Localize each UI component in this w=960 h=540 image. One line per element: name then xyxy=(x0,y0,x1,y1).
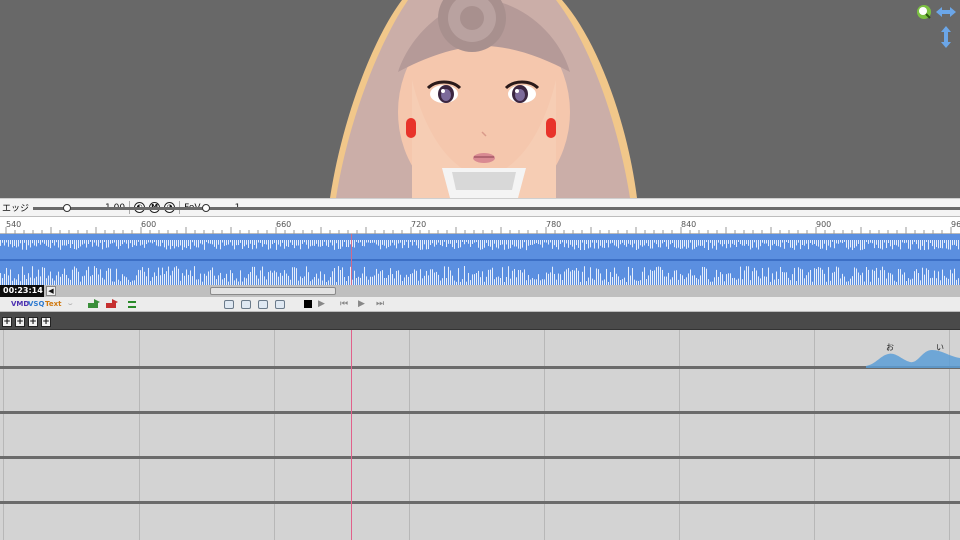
note-icon[interactable]: ⌣ xyxy=(68,299,73,310)
vsq-icon[interactable]: VSQ xyxy=(28,299,44,310)
current-time: 00:23:14 xyxy=(0,285,44,297)
add-button[interactable]: + xyxy=(2,317,12,327)
play-icon[interactable]: ▶ xyxy=(318,299,325,310)
step-back-icon[interactable]: ⏮ xyxy=(340,299,348,310)
select-tool-button[interactable] xyxy=(224,300,234,309)
track-tools xyxy=(88,299,136,308)
edit-toolbar: VMD VSQ Text ⌣ ▶ ⏮ ▶ ⏭ xyxy=(0,297,960,312)
track-row[interactable] xyxy=(0,414,960,459)
playhead-line xyxy=(351,330,352,540)
viewport-controls xyxy=(917,5,956,48)
add-button[interactable]: + xyxy=(28,317,38,327)
zoom-icon[interactable] xyxy=(917,5,931,19)
balloon-tool-button[interactable] xyxy=(258,300,268,309)
lyric-note: お xyxy=(886,343,894,352)
track-header: + + + + xyxy=(0,312,960,330)
scroll-thumb[interactable] xyxy=(210,287,336,295)
ruler-ticks xyxy=(5,227,952,234)
audio-waveform[interactable] xyxy=(0,234,960,285)
fov-slider[interactable] xyxy=(201,203,960,213)
3d-viewport[interactable] xyxy=(0,0,960,198)
track-row[interactable]: お い xyxy=(0,330,960,369)
render-toolbar: エッジ 1.00 ◐ M ◑ FoV 1 xyxy=(0,198,960,217)
balloon-tool-button[interactable] xyxy=(241,300,251,309)
lyric-note: い xyxy=(936,343,944,352)
pitch-curve xyxy=(866,350,960,368)
track-row[interactable] xyxy=(0,459,960,504)
track-row[interactable] xyxy=(0,369,960,414)
play-icon[interactable]: ▶ xyxy=(358,299,365,310)
timeline-scrollbar[interactable]: 00:23:14 ◀ xyxy=(0,285,960,297)
playhead-cursor[interactable] xyxy=(351,234,352,285)
stop-icon[interactable] xyxy=(304,300,312,308)
swap-icon[interactable] xyxy=(128,301,136,308)
app-window: エッジ 1.00 ◐ M ◑ FoV 1 540 600 660 720 780… xyxy=(0,0,960,540)
vmd-icon[interactable]: VMD xyxy=(11,299,29,310)
text-icon[interactable]: Text xyxy=(45,299,61,310)
character-model xyxy=(330,0,637,198)
fov-slider-thumb[interactable] xyxy=(201,203,210,212)
add-track-icon[interactable] xyxy=(88,299,100,308)
edge-label: エッジ xyxy=(2,204,30,214)
balloon-tool-button[interactable] xyxy=(275,300,285,309)
edge-slider[interactable] xyxy=(33,203,960,213)
vertical-resize-icon[interactable] xyxy=(941,26,951,48)
edge-slider-thumb[interactable] xyxy=(63,203,72,212)
add-button[interactable]: + xyxy=(15,317,25,327)
remove-track-icon[interactable] xyxy=(106,299,118,308)
track-area[interactable]: お い xyxy=(0,330,960,540)
add-button[interactable]: + xyxy=(41,317,51,327)
scroll-left-button[interactable]: ◀ xyxy=(46,286,56,296)
horizontal-resize-icon[interactable] xyxy=(936,7,956,17)
waveform-center-line xyxy=(0,259,960,261)
frame-ruler[interactable]: 540 600 660 720 780 840 900 96 xyxy=(0,217,960,234)
step-forward-icon[interactable]: ⏭ xyxy=(376,299,384,310)
